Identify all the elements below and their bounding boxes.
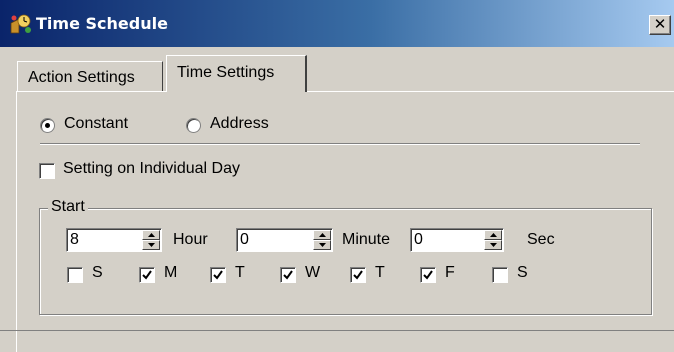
checkmark-icon: [213, 270, 223, 280]
constant-radio[interactable]: [40, 118, 55, 133]
schedule-app-icon: [10, 14, 31, 34]
day-label-2[interactable]: T: [235, 264, 245, 282]
arrow-down-icon: [490, 243, 497, 247]
day-checkbox-3[interactable]: [280, 267, 296, 283]
hour-unit-label: Hour: [173, 231, 208, 248]
hour-spinbox[interactable]: 8: [66, 228, 162, 252]
start-group-label: Start: [48, 198, 88, 216]
checkmark-icon: [142, 270, 152, 280]
sec-unit-label: Sec: [527, 231, 555, 248]
title-bar: Time Schedule ✕: [0, 0, 674, 47]
minute-spinbox[interactable]: 0: [236, 228, 333, 252]
minute-value[interactable]: 0: [240, 231, 249, 249]
minute-unit-label: Minute: [342, 231, 391, 248]
day-label-0[interactable]: S: [92, 264, 103, 282]
separator: [40, 143, 640, 145]
hour-value[interactable]: 8: [70, 231, 79, 249]
individual-day-checkbox[interactable]: [39, 163, 55, 179]
tab-label: Time Settings: [177, 64, 275, 81]
day-label-3[interactable]: W: [305, 264, 320, 282]
checkmark-icon: [283, 270, 293, 280]
day-checkbox-2[interactable]: [210, 267, 226, 283]
arrow-down-icon: [148, 243, 155, 247]
individual-day-label[interactable]: Setting on Individual Day: [63, 160, 240, 178]
day-label-6[interactable]: S: [517, 264, 528, 282]
day-checkbox-6[interactable]: [492, 267, 508, 283]
hour-increment-button[interactable]: [142, 230, 160, 240]
start-group: [39, 208, 652, 315]
sec-spinbox[interactable]: 0: [410, 228, 504, 252]
day-checkbox-5[interactable]: [420, 267, 436, 283]
checkmark-icon: [353, 270, 363, 280]
close-button[interactable]: ✕: [649, 15, 671, 35]
tab-action-settings[interactable]: Action Settings: [17, 61, 163, 91]
arrow-up-icon: [148, 233, 155, 237]
radio-selected-dot: [45, 123, 50, 128]
day-label-4[interactable]: T: [375, 264, 385, 282]
address-radio-label[interactable]: Address: [210, 115, 269, 133]
day-label-1[interactable]: M: [164, 264, 177, 282]
close-icon: ✕: [653, 15, 667, 33]
sec-decrement-button[interactable]: [484, 240, 502, 250]
day-checkbox-0[interactable]: [67, 267, 83, 283]
sec-value[interactable]: 0: [414, 231, 423, 249]
tab-time-settings[interactable]: Time Settings: [166, 55, 307, 92]
minute-increment-button[interactable]: [313, 230, 331, 240]
hour-decrement-button[interactable]: [142, 240, 160, 250]
constant-radio-label[interactable]: Constant: [64, 115, 128, 133]
sec-increment-button[interactable]: [484, 230, 502, 240]
day-label-5[interactable]: F: [445, 264, 455, 282]
checkmark-icon: [423, 270, 433, 280]
tab-label: Action Settings: [28, 69, 135, 86]
day-checkbox-4[interactable]: [350, 267, 366, 283]
window-title: Time Schedule: [36, 14, 168, 33]
day-checkbox-1[interactable]: [139, 267, 155, 283]
arrow-up-icon: [490, 233, 497, 237]
arrow-down-icon: [319, 243, 326, 247]
arrow-up-icon: [319, 233, 326, 237]
minute-decrement-button[interactable]: [313, 240, 331, 250]
address-radio[interactable]: [186, 118, 201, 133]
